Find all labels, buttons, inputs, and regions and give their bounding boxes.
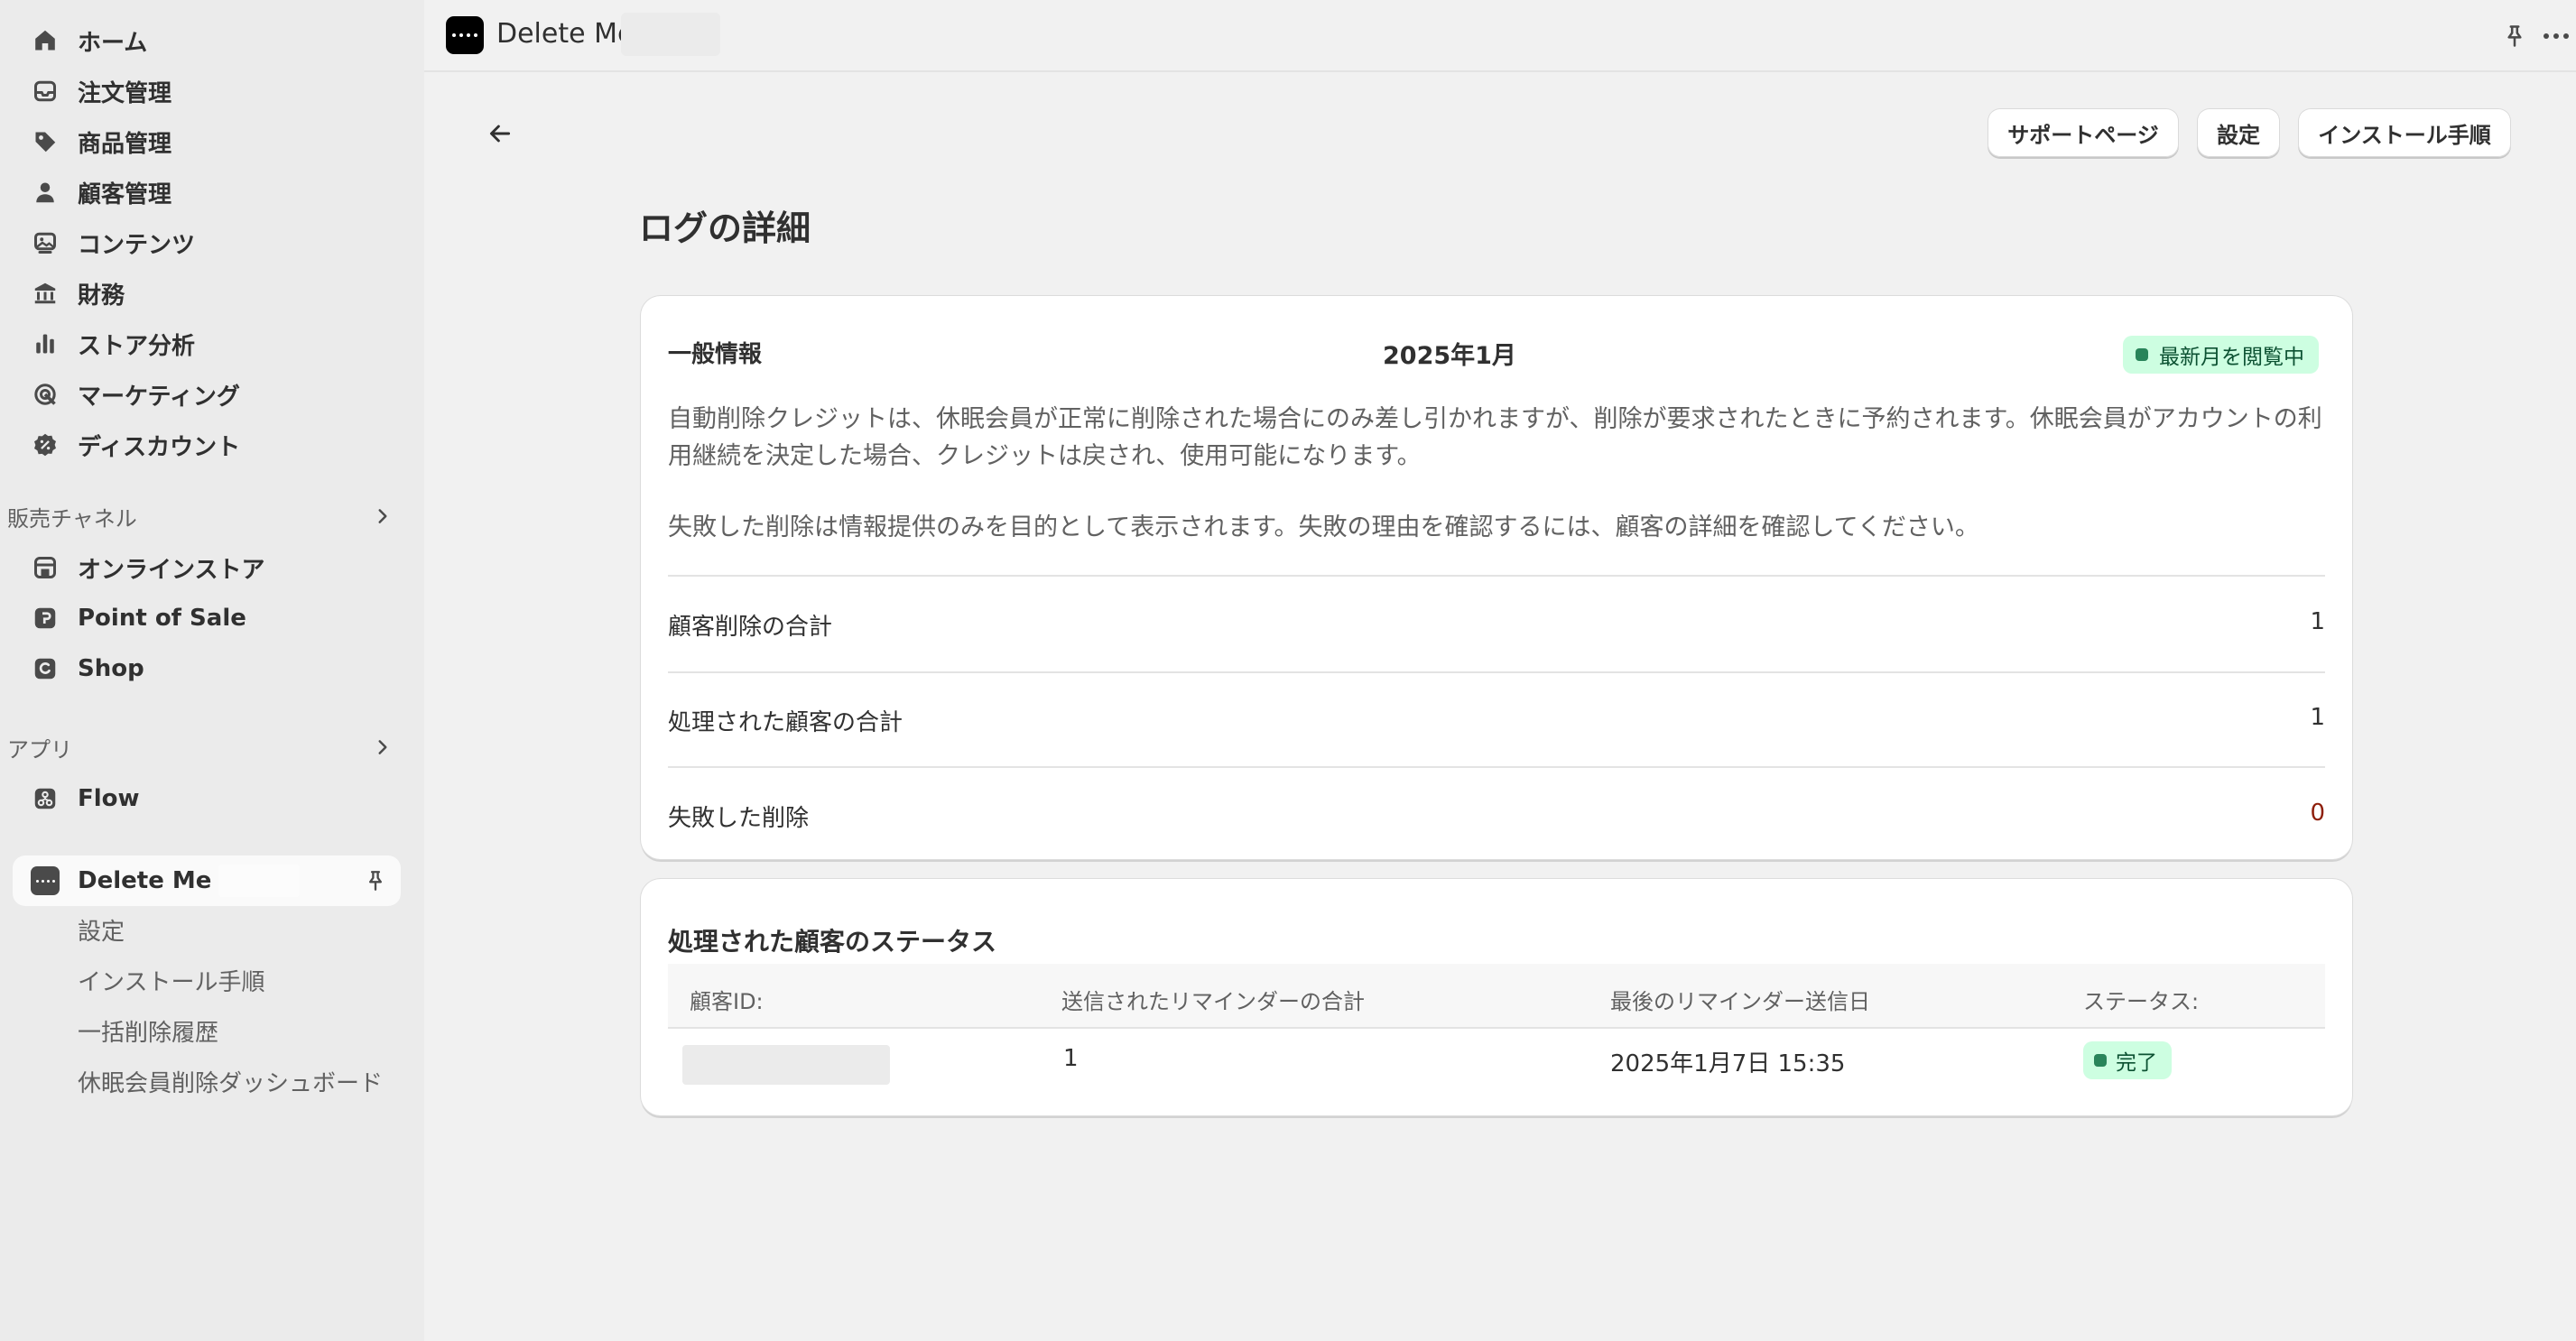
sidebar-item-shop[interactable]: Shop — [13, 644, 401, 693]
credit-description: 自動削除クレジットは、休眠会員が正常に削除された場合にのみ差し引かれますが、削除… — [668, 405, 2322, 470]
sidebar-item-label: Flow — [78, 785, 140, 812]
section-label: アプリ — [7, 736, 72, 763]
sidebar-item-label: ホーム — [78, 29, 148, 57]
failure-description: 失敗した削除は情報提供のみを目的として表示されます。失敗の理由を確認するには、顧… — [668, 513, 1979, 541]
sidebar-subitem-dormant-dashboard[interactable]: 休眠会員削除ダッシュボード — [78, 1059, 383, 1103]
divider — [668, 766, 2325, 768]
sidebar: ホーム 注文管理 商品管理 顧客管理 コンテンツ 財務 ストア分析 マーケティン… — [0, 0, 424, 1341]
tag-icon — [13, 117, 78, 166]
app-icon — [13, 855, 78, 906]
sidebar-item-label: 財務 — [78, 282, 125, 310]
column-header-customer-id: 顧客ID: — [690, 989, 764, 1014]
sidebar-item-customers[interactable]: 顧客管理 — [13, 168, 401, 217]
settings-button[interactable]: 設定 — [2197, 108, 2280, 157]
pin-icon[interactable] — [2497, 18, 2533, 54]
bank-icon — [13, 269, 78, 318]
status-dot-icon — [2094, 1054, 2107, 1067]
more-options-icon[interactable] — [2536, 18, 2576, 54]
sidebar-item-orders[interactable]: 注文管理 — [13, 67, 401, 116]
table-header: 顧客ID: 送信されたリマインダーの合計 最後のリマインダー送信日 ステータス: — [668, 964, 2325, 1029]
status-badge-label: 完了 — [2116, 1051, 2157, 1075]
stat-value-failed-deletions: 0 — [2310, 800, 2325, 827]
page-title: ログの詳細 — [639, 208, 811, 248]
person-icon — [13, 168, 78, 217]
store-icon — [13, 543, 78, 592]
latest-month-badge: 最新月を閲覧中 — [2123, 336, 2319, 374]
sidebar-item-label: Delete Me — [78, 867, 212, 894]
sidebar-item-pos[interactable]: Point of Sale — [13, 594, 401, 643]
sidebar-item-label: Shop — [78, 655, 144, 682]
app-tile — [31, 866, 60, 895]
sales-channels-section[interactable]: 販売チャネル — [7, 495, 401, 538]
sidebar-item-label: ディスカウント — [78, 433, 241, 461]
stat-value-total-deletions: 1 — [2310, 608, 2325, 635]
pin-icon[interactable] — [350, 869, 401, 892]
sidebar-item-marketing[interactable]: マーケティング — [13, 370, 401, 419]
image-icon — [13, 218, 78, 267]
sidebar-subitem-install-guide[interactable]: インストール手順 — [78, 958, 264, 1002]
install-guide-button[interactable]: インストール手順 — [2298, 108, 2511, 157]
pos-icon — [13, 594, 78, 643]
divider — [668, 575, 2325, 577]
status-dot-icon — [2136, 348, 2148, 361]
sidebar-item-label: コンテンツ — [78, 231, 196, 259]
stat-label-total-processed: 処理された顧客の合計 — [668, 709, 903, 736]
sidebar-item-label: Point of Sale — [78, 605, 246, 632]
back-arrow-icon[interactable] — [478, 112, 522, 155]
target-icon — [13, 370, 78, 419]
sidebar-item-finance[interactable]: 財務 — [13, 269, 401, 318]
redacted-customer-id — [682, 1045, 890, 1085]
section-label: 販売チャネル — [7, 505, 137, 532]
general-info-card — [641, 296, 2352, 859]
app-logo-icon — [446, 16, 484, 54]
status-badge: 完了 — [2083, 1041, 2172, 1079]
sidebar-item-label: オンラインストア — [78, 556, 265, 584]
redacted-block — [218, 865, 301, 897]
stat-label-failed-deletions: 失敗した削除 — [668, 805, 810, 832]
sidebar-item-label: 商品管理 — [78, 130, 172, 158]
column-header-last-sent: 最後のリマインダー送信日 — [1610, 989, 1870, 1014]
sidebar-item-discounts[interactable]: ディスカウント — [13, 421, 401, 469]
divider — [668, 671, 2325, 673]
sidebar-item-delete-me[interactable]: Delete Me — [13, 855, 401, 906]
shop-icon — [13, 644, 78, 693]
sidebar-item-analytics[interactable]: ストア分析 — [13, 319, 401, 368]
badge-label: 最新月を閲覧中 — [2159, 346, 2304, 369]
sidebar-item-home[interactable]: ホーム — [13, 16, 401, 65]
discount-icon — [13, 421, 78, 469]
table-cell-reminders: 1 — [1063, 1045, 1079, 1072]
sidebar-item-label: ストア分析 — [78, 332, 196, 360]
sidebar-item-label: 注文管理 — [78, 79, 172, 107]
sidebar-subitem-settings[interactable]: 設定 — [78, 908, 125, 951]
stat-value-total-processed: 1 — [2310, 704, 2325, 731]
month-label: 2025年1月 — [1383, 342, 1516, 370]
home-icon — [13, 16, 78, 65]
stat-label-total-deletions: 顧客削除の合計 — [668, 614, 833, 641]
table-cell-last-sent: 2025年1月7日 15:35 — [1610, 1050, 1846, 1077]
column-header-status: ステータス: — [2083, 989, 2200, 1014]
sidebar-subitem-bulk-delete-history[interactable]: 一括削除履歴 — [78, 1009, 218, 1052]
support-page-button[interactable]: サポートページ — [1988, 108, 2179, 157]
general-info-heading: 一般情報 — [668, 341, 763, 368]
sidebar-item-products[interactable]: 商品管理 — [13, 117, 401, 166]
inbox-icon — [13, 67, 78, 116]
sidebar-item-flow[interactable]: Flow — [13, 774, 401, 823]
sidebar-item-label: マーケティング — [78, 383, 240, 411]
sidebar-item-content[interactable]: コンテンツ — [13, 218, 401, 267]
flow-icon — [13, 774, 78, 823]
bar-chart-icon — [13, 319, 78, 368]
chevron-right-icon — [365, 729, 401, 765]
sidebar-item-online-store[interactable]: オンラインストア — [13, 543, 401, 592]
sidebar-item-label: 顧客管理 — [78, 180, 172, 208]
apps-section[interactable]: アプリ — [7, 726, 401, 769]
app-title: Delete Me — [496, 18, 635, 50]
chevron-right-icon — [365, 498, 401, 534]
column-header-reminders: 送信されたリマインダーの合計 — [1061, 989, 1365, 1014]
status-table-title: 処理された顧客のステータス — [668, 927, 997, 957]
redacted-block — [621, 13, 720, 56]
app-topbar: Delete Me — [424, 0, 2576, 72]
